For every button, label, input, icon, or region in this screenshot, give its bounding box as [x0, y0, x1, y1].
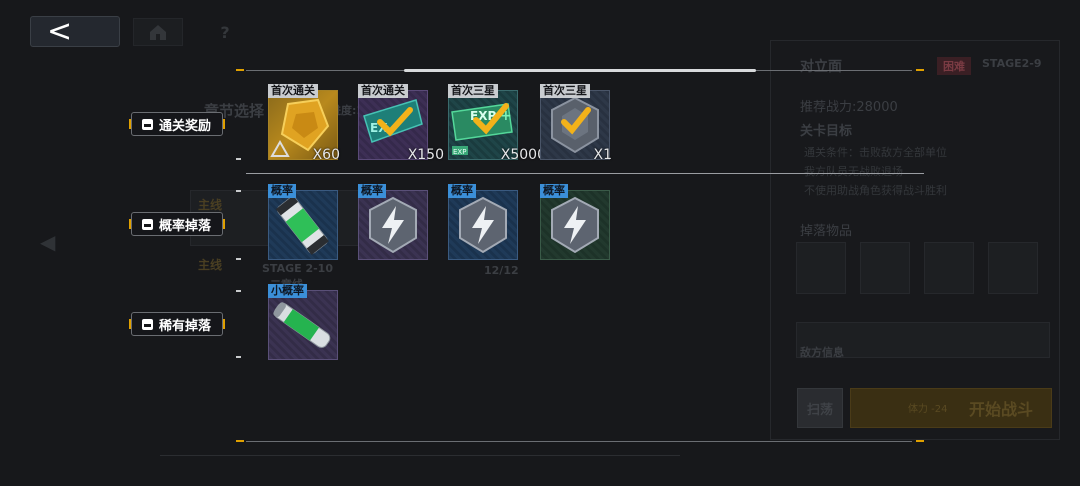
stage-code: STAGE 2-10 [262, 262, 333, 275]
frame-accent-tr [916, 69, 924, 71]
reward-item-gold-crystal[interactable]: 首次通关 X60 [268, 84, 340, 163]
condition-3: 不使用助战角色获得战斗胜利 [804, 184, 947, 197]
row-label-clear-reward: 通关奖励 [129, 112, 225, 136]
item-badge: 概率 [268, 184, 296, 198]
row-label-rare-drop: 稀有掉落 [129, 312, 225, 336]
bottom-divider [160, 455, 680, 456]
frame-accent-tl [236, 69, 244, 71]
svg-text:EXP: EXP [453, 148, 466, 156]
item-quantity: X1 [593, 147, 613, 163]
row-label-text: 通关奖励 [159, 118, 212, 134]
reward-icon [142, 118, 153, 130]
row-label-text: 概率掉落 [159, 218, 212, 234]
row2-tick-top [236, 190, 241, 192]
item-quantity: X150 [407, 147, 444, 163]
main-line-tag-2: 主线 [198, 258, 223, 272]
difficulty-tag: 困难 [937, 57, 971, 75]
condition-1: 通关条件：击败敌方全部单位 [804, 146, 947, 159]
item-badge: 小概率 [268, 284, 307, 298]
row1-tick [236, 158, 241, 160]
stage-progress: 12/12 [484, 264, 519, 277]
back-button[interactable]: < [30, 16, 120, 47]
rare-item-green-tube[interactable]: 小概率 [268, 284, 338, 360]
row-divider [246, 173, 924, 174]
frame-top-highlight [404, 69, 756, 72]
row-label-probability-drop: 概率掉落 [129, 212, 225, 236]
rare-icon [142, 318, 153, 330]
main-line-tag: 主线 [198, 198, 223, 212]
item-quantity: X60 [312, 147, 340, 163]
reward-item-exp-card[interactable]: EXP + EXP 首次三星 X5000 [448, 84, 546, 163]
home-button[interactable] [133, 18, 183, 46]
drop-slot-3 [924, 242, 974, 294]
drop-item-emblem-3[interactable]: 概率 [540, 184, 610, 260]
reward-item-badge[interactable]: 首次三星 X1 [540, 84, 613, 163]
drop-slot-1 [796, 242, 846, 294]
drop-item-emblem-1[interactable]: 概率 [358, 184, 428, 260]
help-button[interactable]: ? [205, 18, 245, 46]
stamina-cost: 体力 -24 [908, 404, 948, 415]
drop-slot-2 [860, 242, 910, 294]
row2-tick [236, 258, 241, 260]
green-tube-icon [273, 302, 331, 348]
sweep-button[interactable]: 扫荡 [797, 388, 843, 428]
item-badge: 首次三星 [448, 84, 498, 98]
drop-slot-4 [988, 242, 1038, 294]
frame-bottom-line [246, 441, 912, 442]
drops-title: 掉落物品 [800, 224, 853, 239]
drop-item-green-canister[interactable]: 概率 [268, 184, 338, 260]
stage-title: 对立面 [800, 59, 842, 75]
recommended-power: 推荐战力:28000 [800, 100, 898, 115]
item-badge: 概率 [358, 184, 386, 198]
row3-tick [236, 356, 241, 358]
row-label-text: 稀有掉落 [159, 318, 212, 334]
start-battle-button[interactable]: 开始战斗 [850, 388, 1052, 428]
goal-title: 关卡目标 [800, 124, 853, 139]
home-icon [150, 25, 166, 40]
enemy-info-label: 敌方信息 [800, 346, 844, 359]
lightning-emblem-icon [551, 196, 599, 254]
drop-item-emblem-2[interactable]: 概率 [448, 184, 518, 260]
item-badge: 首次三星 [540, 84, 590, 98]
frame-accent-br [916, 440, 924, 442]
left-arrow-icon: ◀ [40, 230, 56, 254]
stage-code-right: STAGE2-9 [982, 57, 1042, 70]
row3-tick-top [236, 290, 241, 292]
lightning-emblem-icon [369, 196, 417, 254]
reward-item-exp-chip[interactable]: EX 首次通关 X150 [358, 84, 444, 163]
item-badge: 首次通关 [268, 84, 318, 98]
frame-accent-bl [236, 440, 244, 442]
lightning-emblem-icon [459, 196, 507, 254]
item-badge: 首次通关 [358, 84, 408, 98]
item-badge: 概率 [540, 184, 568, 198]
item-badge: 概率 [448, 184, 476, 198]
green-canister-icon [275, 195, 329, 255]
back-arrow-icon: < [47, 13, 73, 49]
condition-2: 我方队员无战败退场 [804, 165, 903, 178]
drop-icon [142, 218, 153, 230]
start-battle-label: 开始战斗 [968, 400, 1033, 419]
